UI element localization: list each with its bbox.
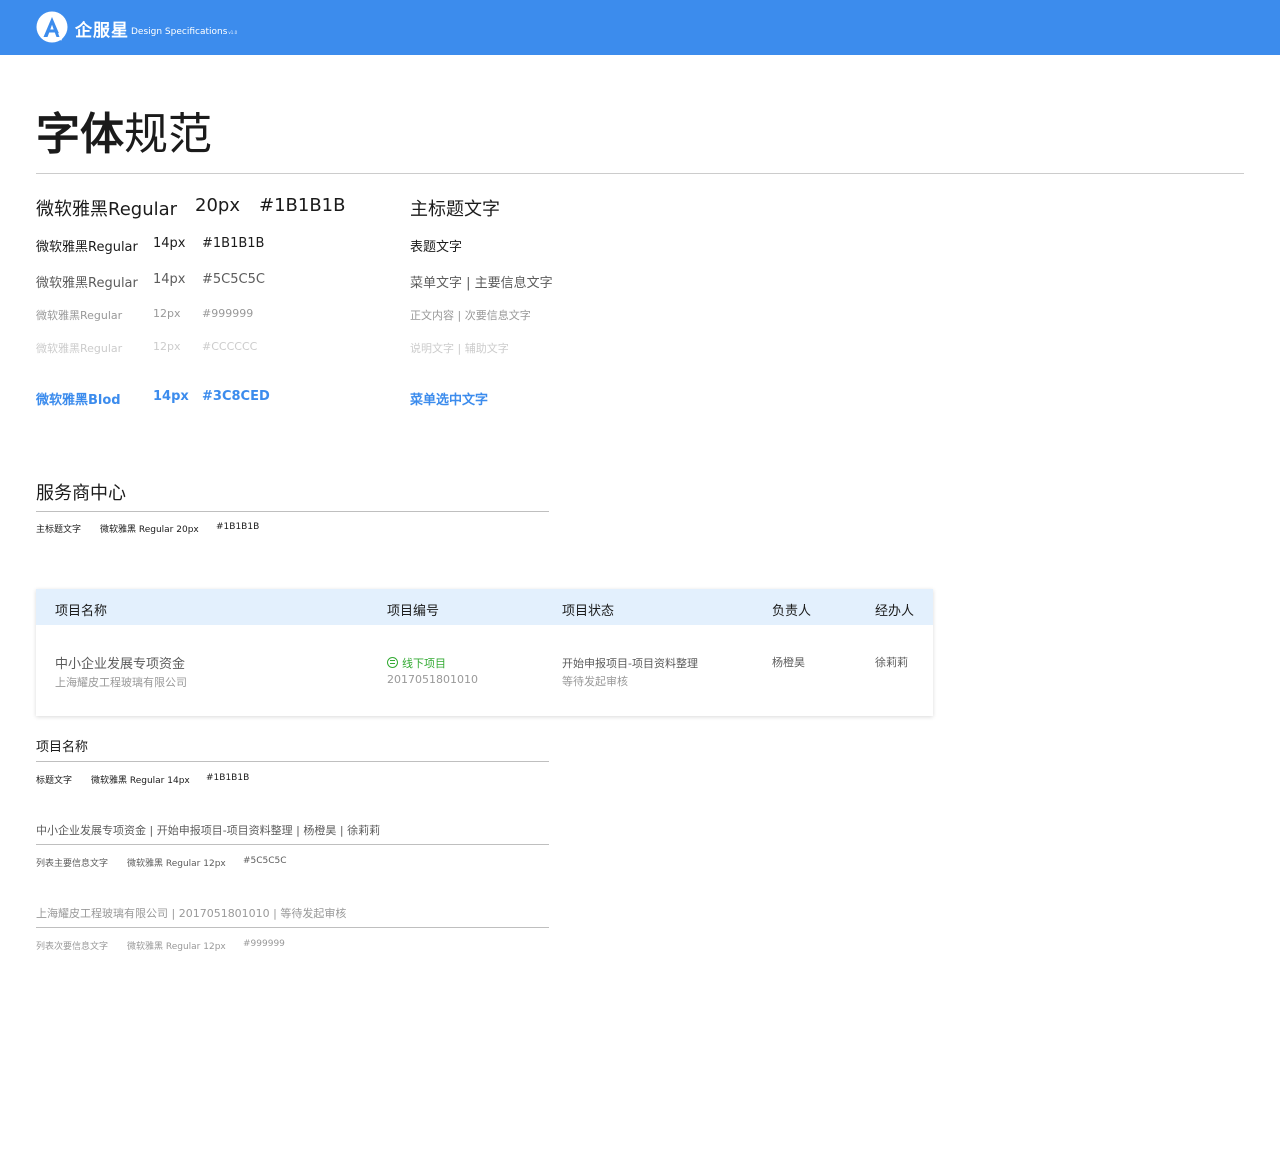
example-header-note-color: #1B1B1B xyxy=(206,773,250,783)
example-primary-note-color: #5C5C5C xyxy=(243,856,287,866)
cell-status: 开始申报项目-项目资料整理 xyxy=(562,657,698,670)
example-title-note-color: #1B1B1B xyxy=(216,522,260,532)
top-header-bar: 企服星 Design Specificationsv1.0 xyxy=(0,0,1280,55)
spec-1-color: #1B1B1B xyxy=(259,195,346,216)
spec-2-usage: 表题文字 xyxy=(410,240,463,255)
example-title-note-usage: 主标题文字 xyxy=(36,525,82,535)
spec-1-usage: 主标题文字 xyxy=(410,199,500,220)
brand-name: 企服星 xyxy=(75,21,129,41)
column-header-handler[interactable]: 经办人 xyxy=(875,600,914,619)
cell-project-type-label: 线下项目 xyxy=(402,657,446,670)
spec-6-font: 微软雅黑Blod xyxy=(36,393,121,408)
brand-subtitle-text: Design Specifications xyxy=(131,27,228,37)
spec-4-size: 12px xyxy=(153,307,181,320)
spec-3-font: 微软雅黑Regular xyxy=(36,276,138,291)
example-primary-note-usage: 列表主要信息文字 xyxy=(36,859,109,869)
example-secondary-note-usage: 列表次要信息文字 xyxy=(36,942,109,952)
cell-status-sub: 等待发起审核 xyxy=(562,675,628,688)
offline-project-icon xyxy=(387,657,398,668)
column-header-owner[interactable]: 负责人 xyxy=(772,600,811,619)
brand-subtitle: Design Specificationsv1.0 xyxy=(131,27,237,37)
example-secondary-note-color: #999999 xyxy=(243,939,285,949)
table-header-row: 项目名称 项目编号 项目状态 负责人 经办人 xyxy=(36,589,933,625)
spec-6-usage: 菜单选中文字 xyxy=(410,393,489,408)
spec-6-color: #3C8CED xyxy=(202,389,270,404)
spec-3-size: 14px xyxy=(153,272,186,287)
title-divider xyxy=(36,173,1244,174)
spec-5-size: 12px xyxy=(153,340,181,353)
example-title-note-font: 微软雅黑 Regular 20px xyxy=(100,525,199,535)
spec-4-font: 微软雅黑Regular xyxy=(36,309,123,322)
spec-2-size: 14px xyxy=(153,236,186,251)
spec-2-color: #1B1B1B xyxy=(202,236,265,251)
example-secondary-text: 上海耀皮工程玻璃有限公司 | 2017051801010 | 等待发起审核 xyxy=(36,907,347,920)
example-primary-text: 中小企业发展专项资金 | 开始申报项目-项目资料整理 | 杨橙昊 | 徐莉莉 xyxy=(36,824,381,837)
example-primary-divider xyxy=(36,844,549,845)
column-header-name[interactable]: 项目名称 xyxy=(55,600,107,619)
page-title: 字体规范 xyxy=(36,98,212,162)
spec-4-color: #999999 xyxy=(202,307,254,320)
example-secondary-note-font: 微软雅黑 Regular 12px xyxy=(127,942,226,952)
example-header-note-font: 微软雅黑 Regular 14px xyxy=(91,776,190,786)
spec-5-font: 微软雅黑Regular xyxy=(36,342,123,355)
spec-6-size: 14px xyxy=(153,389,189,404)
logo-icon xyxy=(36,11,68,43)
spec-1-font: 微软雅黑Regular xyxy=(36,199,178,220)
column-header-status[interactable]: 项目状态 xyxy=(562,600,614,619)
cell-owner: 杨橙昊 xyxy=(772,656,805,669)
example-secondary-divider xyxy=(36,927,549,928)
example-primary-note-font: 微软雅黑 Regular 12px xyxy=(127,859,226,869)
cell-project-type: 线下项目 xyxy=(387,655,446,671)
example-main-title: 服务商中心 xyxy=(36,483,126,504)
example-header-note-usage: 标题文字 xyxy=(36,776,73,786)
cell-project-number: 2017051801010 xyxy=(387,673,478,686)
spec-3-usage: 菜单文字 | 主要信息文字 xyxy=(410,276,553,291)
example-header-text: 项目名称 xyxy=(36,740,89,755)
example-header-divider xyxy=(36,761,549,762)
project-table: 项目名称 项目编号 项目状态 负责人 经办人 中小企业发展专项资金 上海耀皮工程… xyxy=(36,589,933,716)
cell-company: 上海耀皮工程玻璃有限公司 xyxy=(55,676,187,689)
cell-project-name[interactable]: 中小企业发展专项资金 xyxy=(55,653,185,672)
page-title-bold: 字体 xyxy=(36,109,124,160)
example-title-divider xyxy=(36,511,549,512)
spec-4-usage: 正文内容 | 次要信息文字 xyxy=(410,309,531,322)
page-title-light: 规范 xyxy=(124,109,212,160)
spec-1-size: 20px xyxy=(195,195,240,216)
cell-handler: 徐莉莉 xyxy=(875,656,908,669)
brand-version: v1.0 xyxy=(228,30,238,35)
column-header-number[interactable]: 项目编号 xyxy=(387,600,439,619)
spec-3-color: #5C5C5C xyxy=(202,272,265,287)
spec-2-font: 微软雅黑Regular xyxy=(36,240,138,255)
spec-5-usage: 说明文字 | 辅助文字 xyxy=(410,342,509,355)
spec-5-color: #CCCCCC xyxy=(202,340,258,353)
